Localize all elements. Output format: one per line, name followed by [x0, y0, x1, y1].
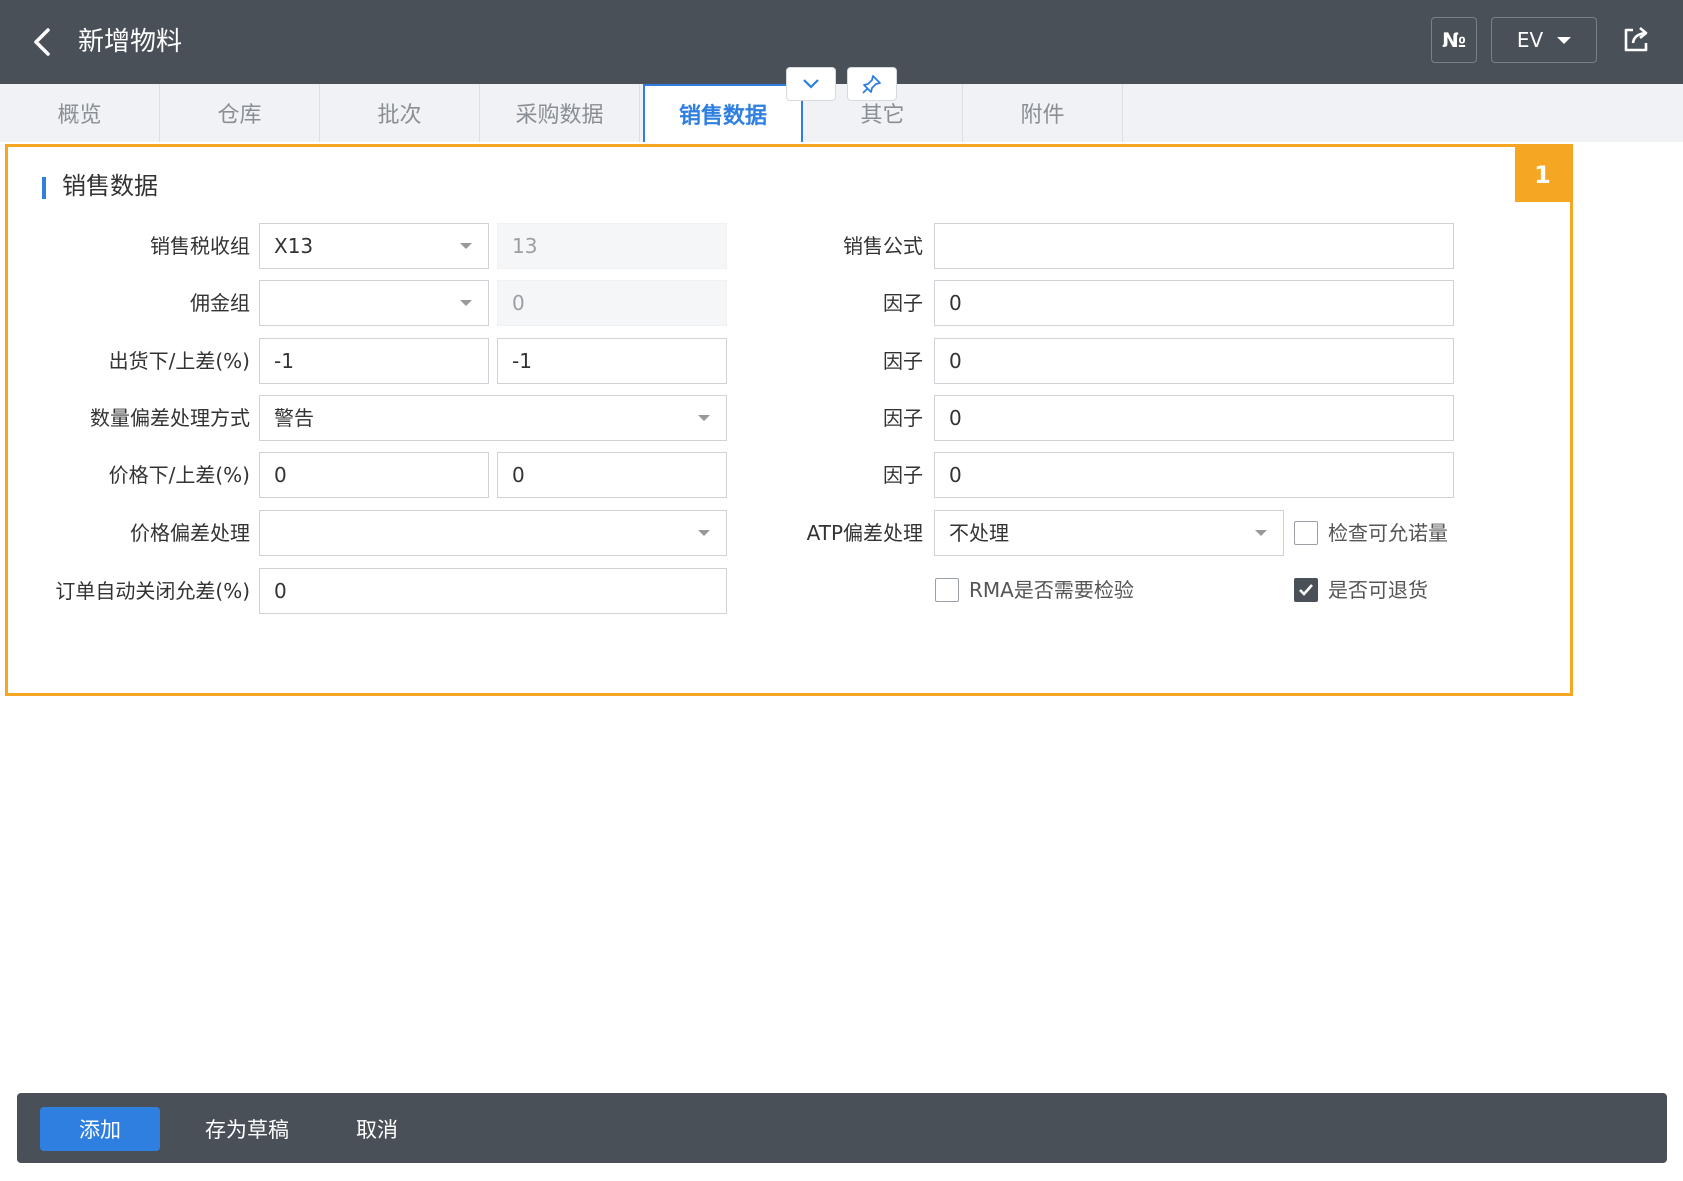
tab-label: 仓库: [217, 103, 262, 128]
returnable-checkbox[interactable]: [1294, 578, 1318, 602]
price-tolerance-label: 价格下/上差(%): [108, 463, 250, 487]
cancel-button[interactable]: 取消: [327, 1107, 427, 1151]
atp-deviation-label: ATP偏差处理: [806, 521, 923, 545]
factor-input[interactable]: 0: [934, 452, 1454, 498]
check-available-label: 检查可允诺量: [1328, 521, 1448, 545]
tab-label: 销售数据: [678, 104, 767, 129]
sales-formula-label: 销售公式: [843, 234, 923, 258]
shipping-tolerance-upper-input[interactable]: -1: [497, 338, 727, 384]
section-title: 销售数据: [42, 171, 158, 201]
tab-label: 其它: [860, 103, 905, 128]
dropdown-arrow-icon: [698, 530, 710, 536]
commission-rate-field: 0: [497, 280, 727, 326]
factor-value: 0: [949, 463, 962, 487]
tab-purchase-data[interactable]: 采购数据: [480, 84, 640, 142]
atp-deviation-value: 不处理: [949, 521, 1009, 545]
tab-label: 批次: [377, 103, 422, 128]
share-icon[interactable]: [1620, 24, 1652, 56]
commission-group-select[interactable]: [259, 280, 489, 326]
shipping-tolerance-upper-value: -1: [512, 349, 532, 373]
tab-warehouse[interactable]: 仓库: [160, 84, 320, 142]
collapse-button[interactable]: [786, 67, 836, 101]
tab-batch[interactable]: 批次: [320, 84, 480, 142]
number-button-label: №: [1441, 28, 1467, 52]
order-auto-close-label: 订单自动关闭允差(%): [55, 579, 250, 603]
price-tolerance-lower-value: 0: [274, 463, 287, 487]
price-tolerance-upper-input[interactable]: 0: [497, 452, 727, 498]
tab-label: 采购数据: [515, 103, 604, 128]
tab-attachments[interactable]: 附件: [963, 84, 1123, 142]
dropdown-arrow-icon: [1255, 530, 1267, 536]
app-header: 新增物料 № EV: [0, 0, 1683, 84]
number-button[interactable]: №: [1431, 17, 1477, 63]
factor-value: 0: [949, 349, 962, 373]
page-title: 新增物料: [78, 27, 183, 57]
shipping-tolerance-lower-input[interactable]: -1: [259, 338, 489, 384]
qty-deviation-method-select[interactable]: 警告: [259, 395, 727, 441]
sales-data-panel: 1 销售数据 销售税收组 X13 13 佣金组 0 出货下/上差(%) -1 -…: [5, 144, 1573, 696]
commission-rate-value: 0: [512, 291, 525, 315]
price-deviation-select[interactable]: [259, 510, 727, 556]
tab-bar: 概览 仓库 批次 采购数据 销售数据 其它 附件: [0, 84, 1683, 142]
factor-input[interactable]: 0: [934, 280, 1454, 326]
price-tolerance-upper-value: 0: [512, 463, 525, 487]
check-available-checkbox[interactable]: [1294, 521, 1318, 545]
sales-tax-rate-value: 13: [512, 234, 538, 258]
dropdown-arrow-icon: [698, 415, 710, 421]
rma-inspection-label: RMA是否需要检验: [969, 578, 1134, 602]
pin-button[interactable]: [847, 67, 897, 101]
tab-overview[interactable]: 概览: [0, 84, 160, 142]
tab-label: 附件: [1020, 103, 1065, 128]
sales-tax-group-value: X13: [274, 234, 314, 258]
ev-button-label: EV: [1516, 28, 1544, 52]
factor-value: 0: [949, 291, 962, 315]
sales-tax-group-label: 销售税收组: [150, 234, 250, 258]
price-deviation-label: 价格偏差处理: [130, 521, 250, 545]
caret-down-icon: [1557, 36, 1572, 44]
factor-input[interactable]: 0: [934, 338, 1454, 384]
section-badge: 1: [1515, 147, 1570, 202]
order-auto-close-input[interactable]: 0: [259, 568, 727, 614]
returnable-label: 是否可退货: [1328, 578, 1428, 602]
qty-deviation-method-label: 数量偏差处理方式: [90, 406, 250, 430]
ev-dropdown-button[interactable]: EV: [1491, 17, 1597, 63]
sales-tax-group-select[interactable]: X13: [259, 223, 489, 269]
dropdown-arrow-icon: [460, 300, 472, 306]
checkmark-icon: [1299, 584, 1313, 596]
atp-deviation-select[interactable]: 不处理: [934, 510, 1284, 556]
factor-label: 因子: [883, 349, 923, 373]
save-draft-button[interactable]: 存为草稿: [187, 1107, 307, 1151]
qty-deviation-method-value: 警告: [274, 406, 314, 430]
dropdown-arrow-icon: [460, 243, 472, 249]
sales-formula-input[interactable]: [934, 223, 1454, 269]
tab-label: 概览: [57, 103, 102, 128]
commission-group-label: 佣金组: [190, 291, 250, 315]
sales-tax-rate-field: 13: [497, 223, 727, 269]
shipping-tolerance-label: 出货下/上差(%): [108, 349, 250, 373]
factor-label: 因子: [883, 291, 923, 315]
price-tolerance-lower-input[interactable]: 0: [259, 452, 489, 498]
factor-label: 因子: [883, 406, 923, 430]
order-auto-close-value: 0: [274, 579, 287, 603]
cancel-button-label: 取消: [356, 1118, 398, 1142]
rma-inspection-checkbox[interactable]: [935, 578, 959, 602]
action-bar: 添加 存为草稿 取消: [17, 1093, 1667, 1163]
factor-value: 0: [949, 406, 962, 430]
factor-label: 因子: [883, 463, 923, 487]
back-arrow-icon[interactable]: [28, 22, 56, 62]
tab-sales-data[interactable]: 销售数据: [643, 84, 803, 142]
shipping-tolerance-lower-value: -1: [274, 349, 294, 373]
add-button-label: 添加: [79, 1118, 121, 1142]
chevron-down-icon: [803, 79, 819, 89]
factor-input[interactable]: 0: [934, 395, 1454, 441]
add-button[interactable]: 添加: [40, 1107, 160, 1151]
pin-icon: [862, 75, 881, 94]
save-draft-button-label: 存为草稿: [205, 1118, 289, 1142]
